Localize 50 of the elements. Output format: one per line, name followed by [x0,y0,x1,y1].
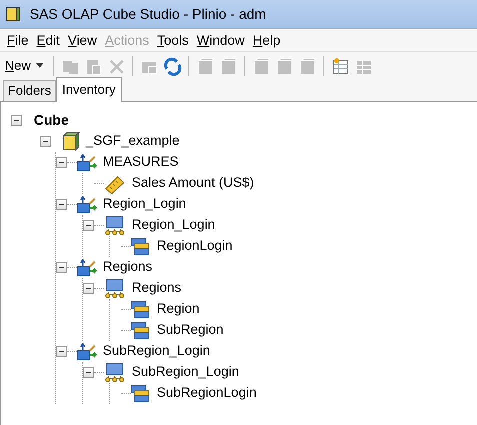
collapse-toggle[interactable] [83,220,94,231]
caret-icon [36,63,44,68]
collapse-toggle[interactable] [40,136,51,147]
dimension-icon [77,154,97,172]
level-icon [131,322,151,340]
dimension-icon [77,342,97,360]
collapse-toggle[interactable] [56,157,67,168]
tree-item[interactable]: Regions [132,278,182,299]
collapse-toggle[interactable] [56,199,67,210]
menu-item[interactable]: File [3,30,33,50]
tree-item[interactable]: SubRegion [157,320,224,341]
tree-item[interactable]: MEASURES [103,152,179,173]
new-button[interactable]: New [2,56,48,76]
hierarchy-icon [104,362,126,382]
level-icon [131,384,151,402]
menu-item[interactable]: View [64,30,102,50]
tree-item[interactable]: SubRegion_Login [132,362,240,383]
level-icon [131,238,151,256]
collapse-toggle[interactable] [56,262,67,273]
menu-item[interactable]: Edit [32,30,64,50]
collapse-toggle[interactable] [83,367,94,378]
level-icon [131,300,151,318]
tree-item[interactable]: Cube [34,110,69,131]
tree-item[interactable]: Region [157,299,200,320]
menu-item[interactable]: Help [248,30,285,50]
tree-item[interactable]: Sales Amount (US$) [132,173,254,194]
ruler-icon [104,174,126,194]
tree-item[interactable]: Region_Login [103,194,186,215]
tree-item[interactable]: _SGF_example [86,131,180,152]
tree-item[interactable]: Region_Login [132,215,216,236]
window-title: SAS OLAP Cube Studio - Plinio - adm [30,4,266,24]
collapse-toggle[interactable] [11,115,22,126]
dimension-icon [77,258,97,276]
menu-item[interactable]: Window [192,30,249,50]
hierarchy-icon [104,278,126,298]
hierarchy-icon [104,216,126,236]
cube-icon [62,132,80,152]
tree-item[interactable]: Regions [103,257,153,278]
tree-item[interactable]: SubRegion_Login [103,341,210,362]
tab[interactable]: Inventory [56,77,122,102]
menu-item[interactable]: Tools [153,30,193,50]
collapse-toggle[interactable] [83,283,94,294]
properties-icon[interactable] [331,56,352,76]
refresh-icon[interactable] [163,56,184,76]
tree-item[interactable]: RegionLogin [157,236,233,257]
collapse-toggle[interactable] [56,346,67,357]
tab[interactable]: Folders [3,80,56,101]
tree-item[interactable]: SubRegionLogin [157,383,257,404]
app-icon [6,6,22,22]
dimension-icon [77,196,97,214]
